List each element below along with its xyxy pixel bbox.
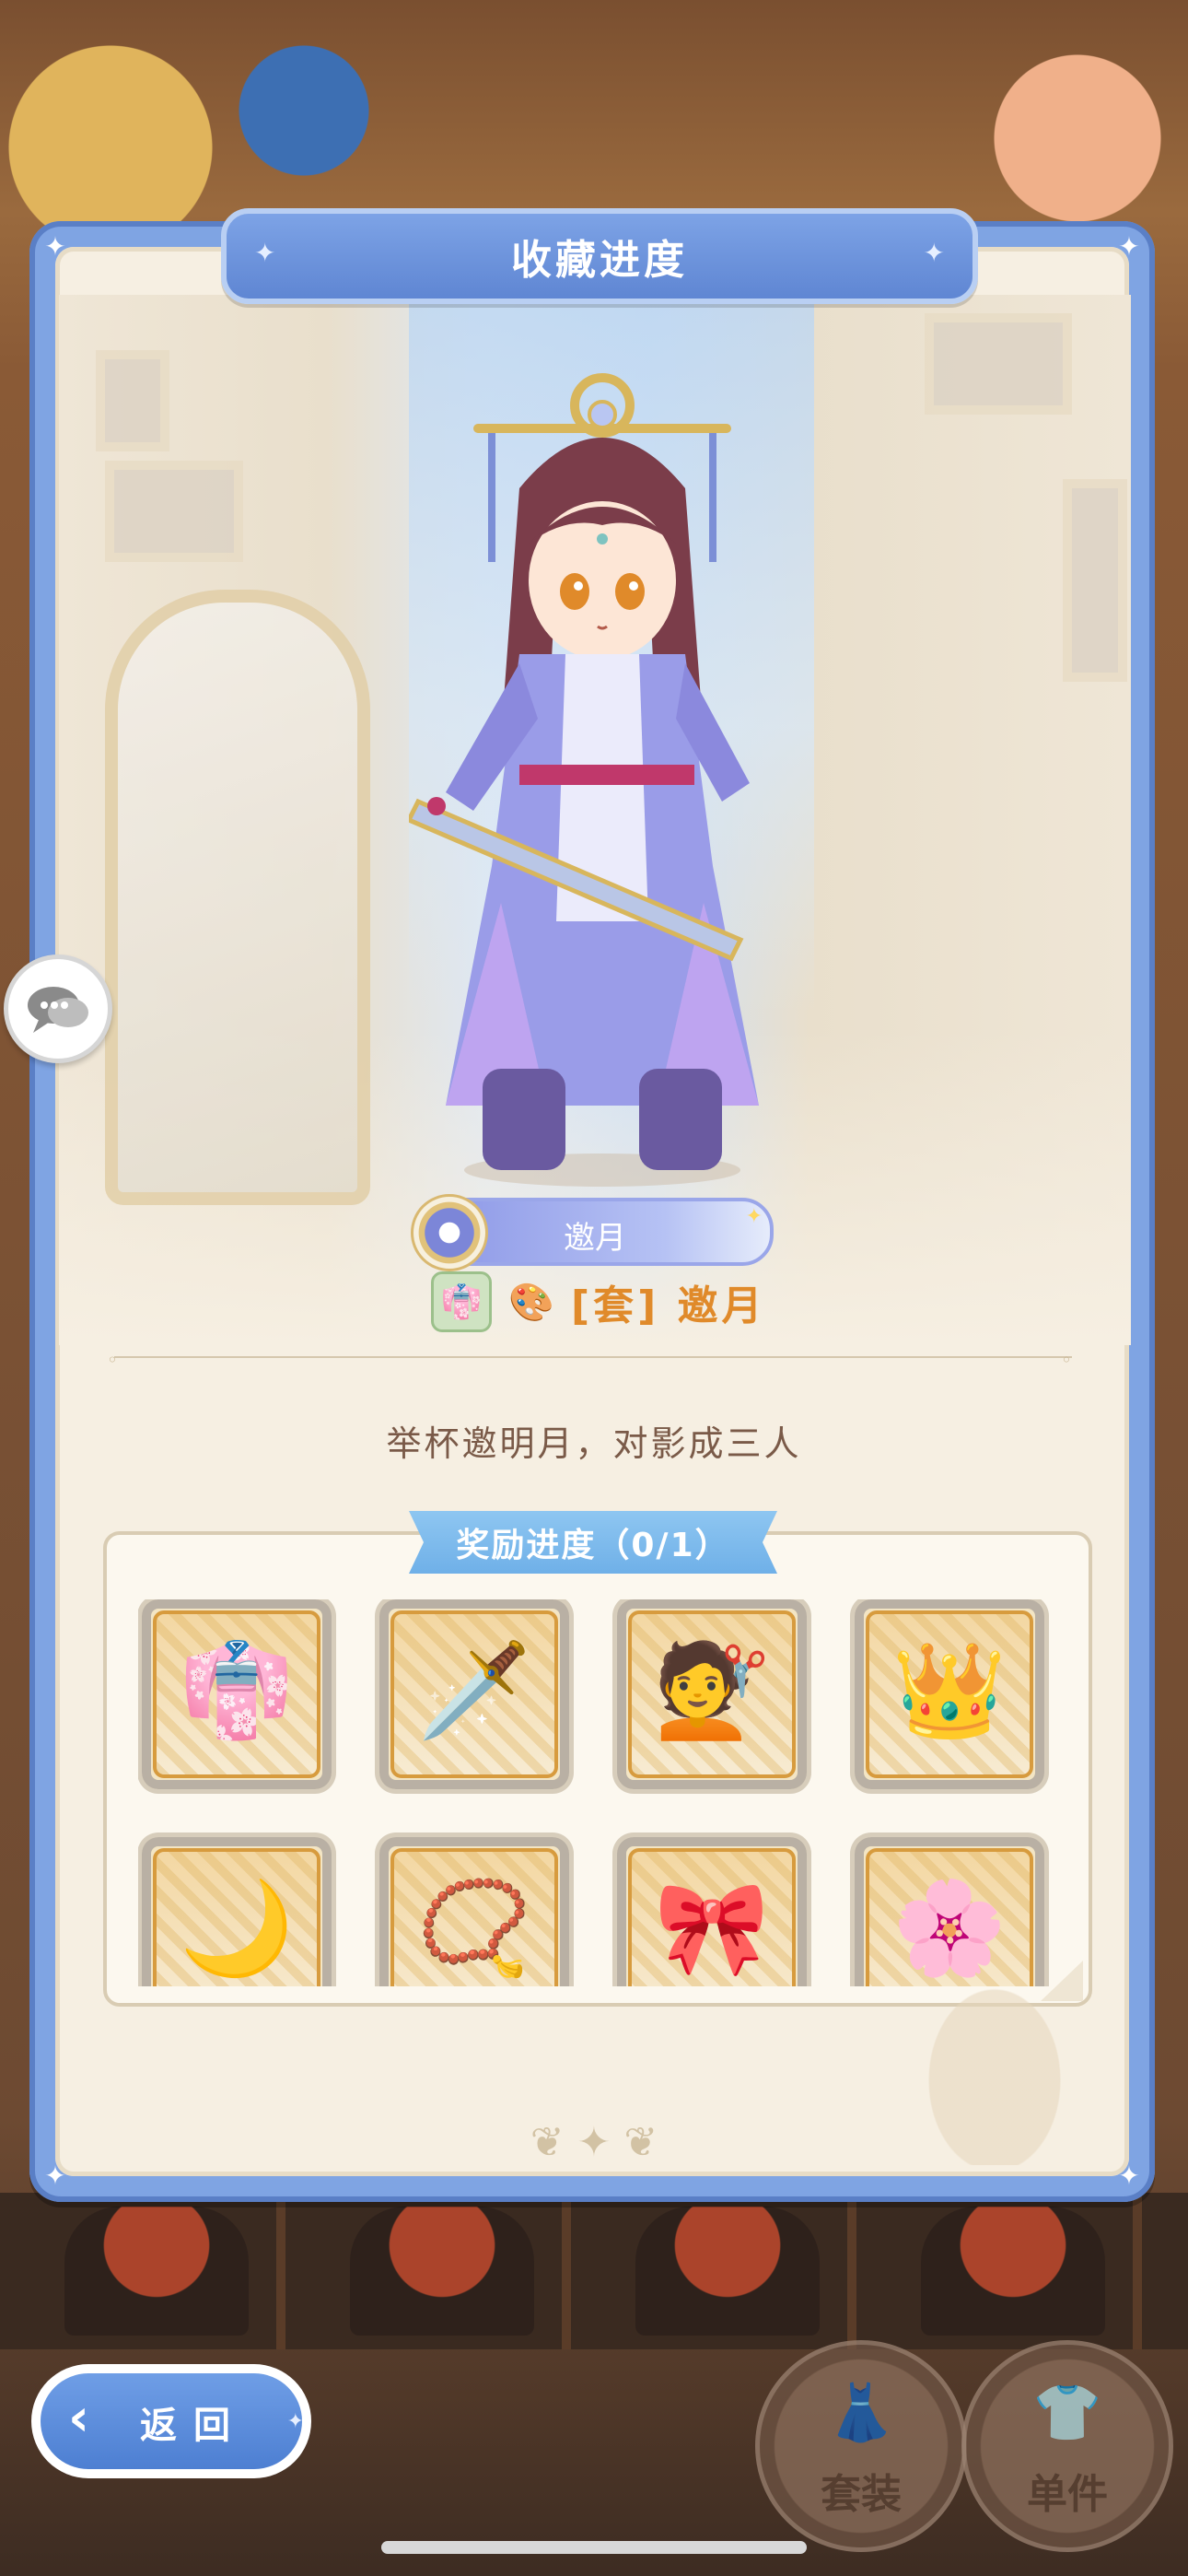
background-figure [64,2207,249,2336]
wall-picture [925,313,1072,415]
outfit-icon[interactable]: 👘 [431,1271,492,1332]
corner-ornament-icon: ✦ [44,231,66,262]
dye-palette-icon[interactable]: 🎨 [508,1282,554,1324]
outfit-description: 举杯邀明月，对影成三人 [386,1423,802,1464]
tab-single-item-label: 单件 [1027,2471,1108,2518]
single-item-icon: 👕 [1032,2381,1102,2445]
sword-icon: 🗡️ [416,1636,532,1744]
wall-picture [105,461,243,562]
tab-outfit-set[interactable]: 👗 套装 [755,2340,967,2552]
crescent-ornament-icon: 🌙 [179,1874,295,1982]
page-title: 收藏进度 [511,237,688,284]
mascot-watermark [903,1953,1087,2165]
wall-picture [1063,479,1127,682]
sparkle-icon: ✦ [286,2410,304,2433]
mirror-decor [105,590,370,1205]
panel-title-banner: ✦ 收藏进度 ✦ [221,208,978,304]
chat-bubble-icon [28,987,88,1033]
back-button-label: 返回 [140,2405,247,2447]
corner-ornament-icon: ✦ [1118,2160,1140,2191]
reward-item-necklace[interactable]: 📿 [379,1837,569,1986]
character-name: 邀月 [564,1220,626,1257]
sparkle-icon: ✦ [254,238,276,268]
divider-cap: ◦ [1061,1349,1072,1371]
reward-item-headpiece[interactable]: 👑 [855,1599,1044,1789]
character-model [409,373,759,1187]
divider [114,1356,1072,1358]
back-button[interactable]: ‹ 返回 ✦ [31,2364,311,2478]
character-name-plate: 邀月 ✦ [411,1194,774,1271]
bottom-ornament-icon: ❦ ✦ ❦ [530,2119,658,2166]
back-arrow-icon: ‹ [68,2388,90,2448]
outfit-set-icon: 👗 [826,2381,896,2445]
hair-accessory-icon: 🎀 [654,1874,770,1982]
divider-cap: ◦ [107,1349,118,1371]
reward-item-grid: 👘 🗡️ 💇 👑 🌙 📿 🎀 🌸 [138,1599,1059,1986]
tab-single-item[interactable]: 👕 单件 [961,2340,1173,2552]
background-figure [921,2207,1105,2336]
necklace-icon: 📿 [416,1874,532,1982]
background-figure [350,2207,534,2336]
reward-item-sword[interactable]: 🗡️ [379,1599,569,1789]
character-showcase [59,295,1131,1345]
corner-ornament-icon: ✦ [44,2160,66,2191]
reward-item-hairstyle[interactable]: 💇 [617,1599,807,1789]
chat-button[interactable] [4,954,112,1063]
star-icon: ✦ [745,1205,763,1228]
home-indicator[interactable] [381,2541,807,2554]
tab-outfit-set-label: 套装 [821,2471,902,2518]
reward-progress-header: 奖励进度（0/1） [409,1511,777,1574]
corner-ornament-icon: ✦ [1118,231,1140,262]
hairstyle-icon: 💇 [654,1636,770,1744]
background-figure [635,2207,820,2336]
outfit-set-label: [套] 邀月 [571,1282,766,1329]
reward-item-robe[interactable]: 👘 [142,1599,332,1789]
reward-item-crescent-ornament[interactable]: 🌙 [142,1837,332,1986]
outfit-set-row: 👘 🎨 [套] 邀月 [431,1270,766,1334]
reward-progress-title: 奖励进度（0/1） [456,1527,730,1564]
reward-item-hair-accessory[interactable]: 🎀 [617,1837,807,1986]
headpiece-icon: 👑 [891,1636,1007,1744]
robe-icon: 👘 [179,1636,295,1744]
sparkle-icon: ✦ [923,238,945,268]
wall-picture [96,350,169,451]
